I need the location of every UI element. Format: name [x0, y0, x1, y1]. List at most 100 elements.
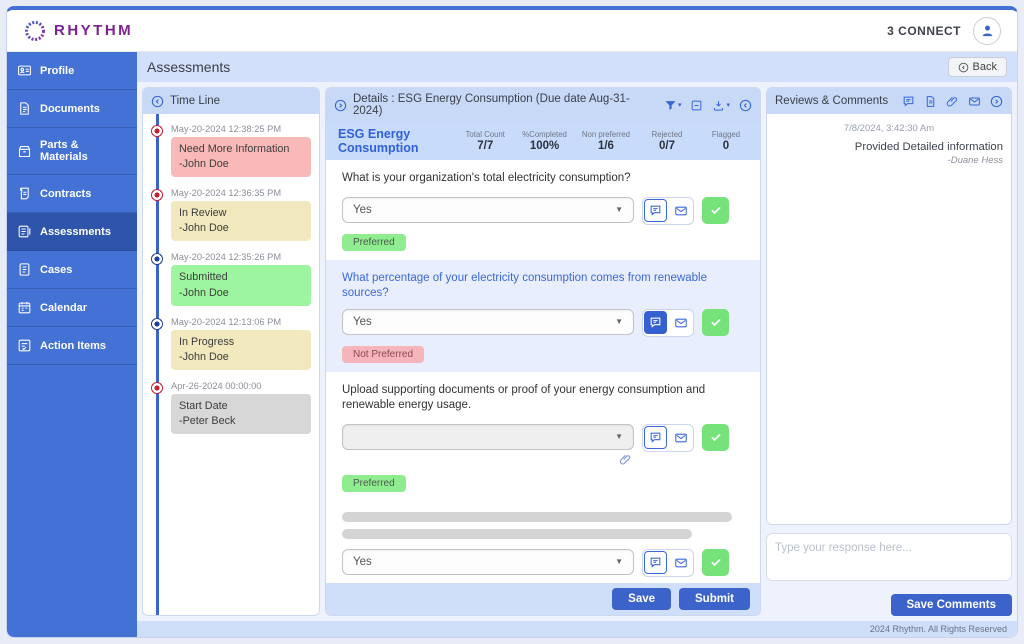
back-label: Back [973, 61, 997, 73]
comment-timestamp: 7/8/2024, 3:42:30 Am [775, 123, 1003, 134]
timeline-event: May-20-2024 12:38:25 PM Need More Inform… [171, 124, 311, 177]
timeline-timestamp: May-20-2024 12:36:35 PM [171, 188, 311, 198]
timeline-author: -Peter Beck [179, 414, 303, 429]
stat-rejected: Rejected 0/7 [645, 130, 689, 152]
timeline-event: Apr-26-2024 00:00:00 Start Date -Peter B… [171, 381, 311, 434]
check-icon [709, 203, 723, 217]
download-button[interactable]: ▾ [712, 99, 730, 112]
answer-select[interactable]: Yes ▼ [342, 549, 634, 575]
attachments-button[interactable] [946, 95, 959, 108]
question-actions [642, 197, 694, 225]
back-circle-icon [958, 62, 969, 73]
answer-value: Yes [353, 556, 372, 568]
sidebar-item-label: Action Items [40, 340, 106, 352]
submit-button[interactable]: Submit [679, 588, 750, 610]
stat-non-preferred: Non preferred 1/6 [582, 130, 630, 152]
sidebar-item-label: Cases [40, 264, 72, 276]
preference-badge: Not Preferred [342, 346, 424, 363]
stat-label: Rejected [645, 130, 689, 139]
question-actions [642, 424, 694, 452]
answer-value: Yes [353, 316, 372, 328]
timeline-status: In Progress [179, 335, 303, 350]
save-button[interactable]: Save [612, 588, 671, 610]
mail-button[interactable] [669, 551, 692, 574]
chevron-down-icon: ▼ [615, 317, 623, 326]
question-block-1: What is your organization's total electr… [326, 160, 760, 260]
comments-filter-button[interactable] [902, 95, 915, 108]
approve-button[interactable] [702, 549, 729, 576]
sidebar-item-parts-materials[interactable]: Parts & Materials [7, 128, 137, 175]
stat-value: 1/6 [582, 140, 630, 152]
timeline-status: Need More Information [179, 142, 303, 157]
sidebar-item-documents[interactable]: Documents [7, 90, 137, 128]
back-button[interactable]: Back [948, 57, 1007, 77]
question-block-3: Upload supporting documents or proof of … [326, 372, 760, 501]
caret-down-icon: ▾ [678, 101, 682, 109]
approve-button[interactable] [702, 424, 729, 451]
comment-text: Provided Detailed information [775, 141, 1003, 153]
chevron-left-circle-icon[interactable] [151, 95, 164, 108]
mail-icon [674, 556, 688, 570]
comment-button[interactable] [644, 199, 667, 222]
sidebar-item-calendar[interactable]: Calendar [7, 289, 137, 327]
assessment-summary-bar: ESG Energy Consumption Total Count 7/7 %… [326, 122, 760, 160]
person-icon [979, 22, 996, 39]
comment-button[interactable] [644, 551, 667, 574]
preference-badge: Preferred [342, 475, 406, 492]
check-icon [709, 430, 723, 444]
timeline-event: May-20-2024 12:36:35 PM In Review -John … [171, 188, 311, 241]
timeline-dot [151, 318, 163, 330]
sidebar-item-profile[interactable]: Profile [7, 52, 137, 90]
mail-icon [674, 431, 688, 445]
answer-value: Yes [353, 204, 372, 216]
top-bar: RHYTHM 3 CONNECT [7, 10, 1017, 52]
sidebar-item-cases[interactable]: Cases [7, 251, 137, 289]
timeline-status-card: In Review -John Doe [171, 201, 311, 241]
document-icon [17, 101, 32, 116]
filter-button[interactable]: ▾ [664, 99, 682, 112]
save-comments-button[interactable]: Save Comments [891, 594, 1012, 616]
filter-icon [664, 99, 677, 112]
sidebar-item-assessments[interactable]: Assessments [7, 213, 137, 251]
package-icon [17, 144, 32, 159]
question-text-skeleton [342, 512, 732, 522]
sidebar-item-label: Documents [40, 103, 100, 115]
id-card-icon [17, 63, 32, 78]
timeline-list: May-20-2024 12:38:25 PM Need More Inform… [143, 114, 319, 615]
collapse-panel-button[interactable] [739, 99, 752, 112]
answer-select[interactable]: Yes ▼ [342, 197, 634, 223]
timeline-author: -John Doe [179, 221, 303, 236]
mail-all-button[interactable] [968, 95, 981, 108]
approve-button[interactable] [702, 309, 729, 336]
case-file-icon [17, 262, 32, 277]
mail-button[interactable] [669, 199, 692, 222]
comment-icon [902, 95, 915, 108]
chevron-right-circle-icon[interactable] [334, 99, 347, 112]
collapse-reviews-button[interactable] [990, 95, 1003, 108]
sidebar-item-action-items[interactable]: Action Items [7, 327, 137, 365]
page-title: Assessments [147, 59, 230, 75]
user-avatar[interactable] [973, 17, 1001, 45]
approve-button[interactable] [702, 197, 729, 224]
comment-button[interactable] [644, 426, 667, 449]
contract-icon [17, 186, 32, 201]
notes-button[interactable] [924, 95, 937, 108]
timeline-author: -John Doe [179, 286, 303, 301]
caret-down-icon: ▾ [726, 101, 730, 109]
collapse-button[interactable] [690, 99, 703, 112]
sidebar-item-label: Calendar [40, 302, 87, 314]
mail-button[interactable] [669, 311, 692, 334]
question-text: What percentage of your electricity cons… [342, 271, 712, 302]
answer-select[interactable]: ▼ [342, 424, 634, 450]
reviews-header: Reviews & Comments [767, 88, 1011, 114]
paperclip-icon[interactable] [619, 453, 632, 466]
timeline-status: In Review [179, 206, 303, 221]
comment-button[interactable] [644, 311, 667, 334]
comment-input[interactable] [766, 533, 1012, 581]
mail-icon [674, 204, 688, 218]
timeline-timestamp: Apr-26-2024 00:00:00 [171, 381, 311, 391]
stat-total-count: Total Count 7/7 [463, 130, 507, 152]
mail-button[interactable] [669, 426, 692, 449]
sidebar-item-contracts[interactable]: Contracts [7, 175, 137, 213]
answer-select[interactable]: Yes ▼ [342, 309, 634, 335]
